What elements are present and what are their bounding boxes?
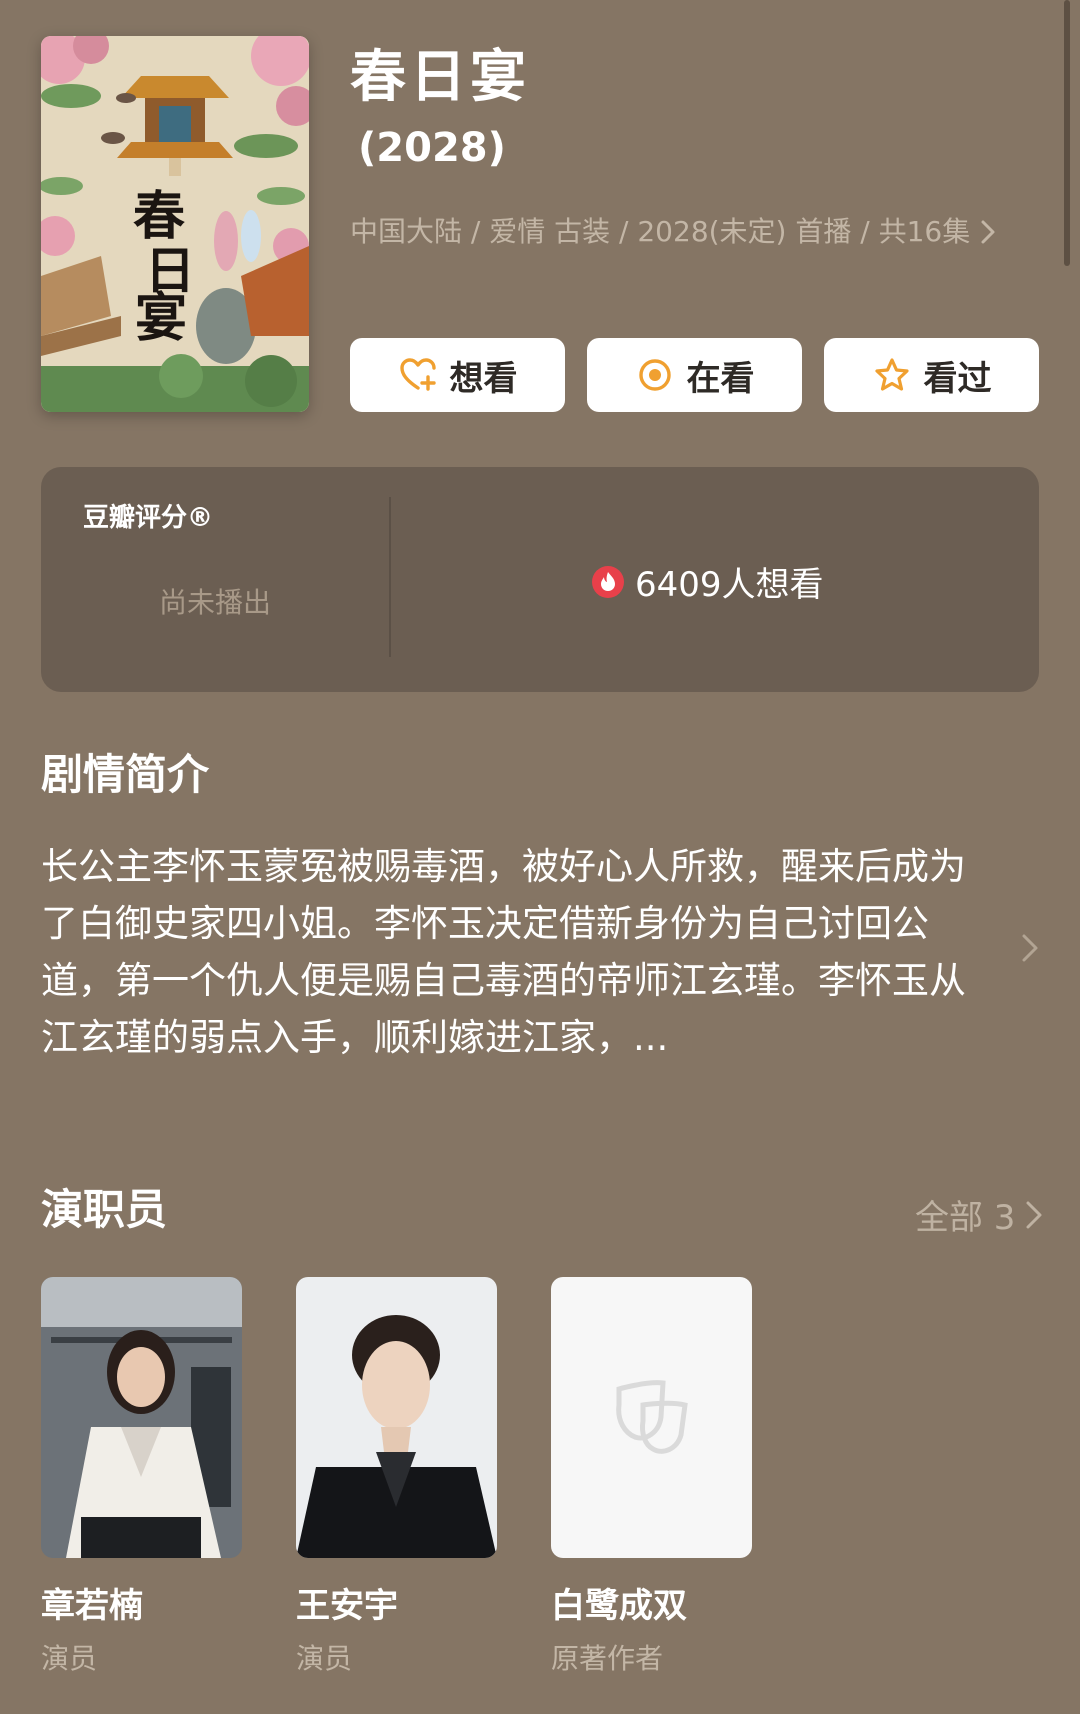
- chevron-right-icon[interactable]: [1021, 933, 1039, 963]
- chevron-right-icon: [1026, 1201, 1042, 1228]
- svg-text:宴: 宴: [135, 288, 187, 349]
- star-outline-icon: [874, 358, 909, 391]
- cast-name: 白鹭成双: [551, 1586, 687, 1626]
- douban-rating-label: 豆瓣评分®: [83, 503, 214, 533]
- rating-status: 尚未播出: [158, 586, 271, 619]
- fire-icon: [592, 565, 624, 598]
- want-count: 6409人想看: [591, 557, 824, 606]
- cast-card[interactable]: 章若楠 演员: [41, 1277, 242, 1677]
- heart-plus-icon: [399, 358, 436, 391]
- show-title: 春日宴: [350, 45, 530, 110]
- movie-detail-page: 春 日 宴 春日宴 (2028) 中国大陆 / 爱情 古装 / 2028(未定)…: [0, 0, 1080, 1714]
- cast-view-all-link[interactable]: 全部 3: [915, 1190, 1043, 1239]
- cast-all-label: 全部 3: [915, 1198, 1016, 1238]
- scrollbar[interactable]: [1064, 0, 1070, 266]
- cast-role: 演员: [296, 1642, 353, 1675]
- cast-role: 原著作者: [551, 1642, 664, 1675]
- cast-card[interactable]: 王安宇 演员: [296, 1277, 497, 1677]
- watched-label: 看过: [923, 358, 992, 399]
- watched-button[interactable]: 看过: [824, 338, 1039, 412]
- cast-photo-woman: [41, 1277, 242, 1558]
- cast-card[interactable]: 白鹭成双 原著作者: [551, 1277, 752, 1677]
- cast-name: 章若楠: [41, 1586, 143, 1626]
- chevron-right-icon: [981, 220, 995, 244]
- cast-photo-placeholder: [551, 1277, 752, 1558]
- want-to-watch-button[interactable]: 想看: [350, 338, 565, 412]
- synopsis-title: 剧情简介: [41, 750, 210, 799]
- want-to-watch-label: 想看: [449, 358, 518, 399]
- cast-role: 演员: [41, 1642, 98, 1675]
- synopsis-text[interactable]: 长公主李怀玉蒙冤被赐毒酒，被好心人所救，醒来后成为了白御史家四小姐。李怀玉决定借…: [41, 838, 971, 1066]
- poster-image[interactable]: 春 日 宴: [41, 36, 309, 412]
- show-meta-text: 中国大陆 / 爱情 古装 / 2028(未定) 首播 / 共16集: [350, 215, 971, 248]
- cast-list: 章若楠 演员 王安宇 演员 白鹭成双 原著作者: [41, 1277, 752, 1677]
- show-meta-row[interactable]: 中国大陆 / 爱情 古装 / 2028(未定) 首播 / 共16集: [350, 212, 996, 252]
- rating-card[interactable]: 豆瓣评分® 尚未播出 6409人想看: [41, 467, 1039, 692]
- cast-title: 演职员: [41, 1185, 168, 1234]
- action-buttons: 想看 在看 看过: [350, 338, 1039, 412]
- cast-name: 王安宇: [296, 1586, 398, 1626]
- cast-photo-man: [296, 1277, 497, 1558]
- rating-divider: [389, 497, 391, 657]
- show-year: (2028): [358, 125, 506, 171]
- svg-text:春: 春: [133, 186, 185, 247]
- target-circle-icon: [638, 359, 671, 391]
- watching-button[interactable]: 在看: [587, 338, 802, 412]
- watching-label: 在看: [686, 358, 755, 399]
- want-count-text: 6409人想看: [635, 565, 824, 605]
